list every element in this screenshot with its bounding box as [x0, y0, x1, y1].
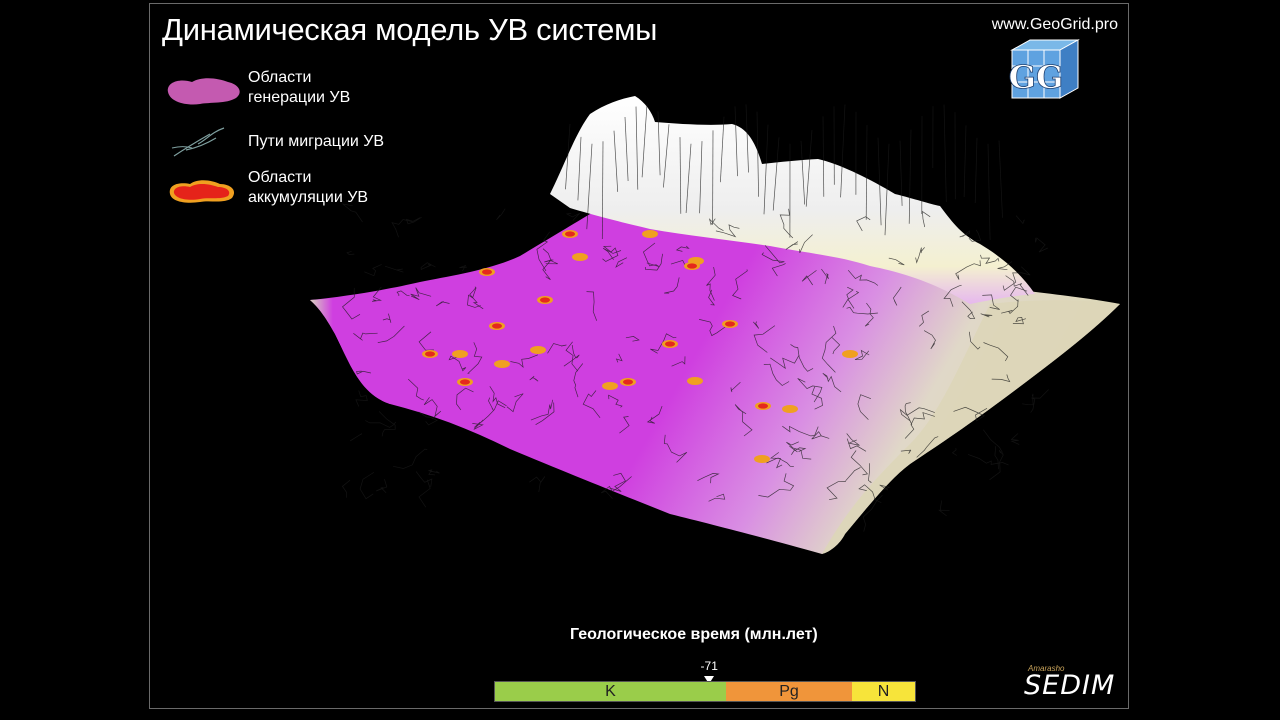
migration-path — [376, 478, 388, 494]
migration-path — [983, 429, 1003, 453]
migration-path — [989, 449, 1004, 481]
migration-path — [459, 264, 467, 272]
migration-path — [951, 447, 958, 456]
accumulation-spot — [842, 350, 858, 358]
accumulation-spot-core — [425, 351, 435, 357]
accumulation-spot-core — [687, 263, 697, 269]
migration-path — [496, 208, 506, 221]
migration-path — [565, 212, 581, 221]
migration-path — [1030, 389, 1049, 413]
accumulation-spot-core — [492, 323, 502, 329]
accumulation-spot — [602, 382, 618, 390]
accumulation-spot-core — [540, 297, 550, 303]
timeline-period-k[interactable]: K — [495, 682, 726, 701]
migration-path — [938, 500, 950, 517]
accumulation-spot-core — [665, 341, 675, 347]
sedim-logo: Amarasho SEDIM — [1018, 664, 1118, 704]
migration-path — [384, 265, 404, 273]
accumulation-spot-core — [623, 379, 633, 385]
accumulation-spot-core — [758, 403, 768, 409]
accumulation-spot-core — [725, 321, 735, 327]
generation-area-icon — [167, 78, 240, 105]
migration-path — [365, 420, 397, 428]
accumulation-spot — [642, 230, 658, 238]
ridge-line — [987, 143, 991, 241]
accumulation-spot — [530, 346, 546, 354]
ridge-line — [963, 125, 967, 198]
accumulation-spot — [494, 360, 510, 368]
legend-label: Области — [248, 169, 312, 186]
logo-text: GG — [1009, 58, 1064, 96]
geologic-timeline[interactable]: K Pg N — [494, 681, 916, 702]
accumulation-spot-core — [482, 269, 492, 275]
migration-path — [1010, 433, 1020, 445]
ridge-line — [998, 140, 1003, 218]
migration-paths-icon — [171, 127, 225, 157]
migration-path — [364, 264, 382, 277]
accumulation-spot — [572, 253, 588, 261]
accumulation-spot-core — [460, 379, 470, 385]
website-link[interactable]: www.GeoGrid.pro — [992, 16, 1118, 34]
legend-label: Пути миграции УВ — [248, 133, 385, 150]
ridge-line — [974, 137, 978, 204]
timeline-marker-value: -71 — [700, 659, 718, 673]
migration-path — [349, 433, 363, 442]
timeline-title: Геологическое время (млн.лет) — [570, 626, 818, 643]
timeline-period-n[interactable]: N — [852, 682, 915, 701]
page-title: Динамическая модель УВ системы — [162, 12, 658, 47]
migration-path — [391, 219, 413, 238]
geogrid-logo-icon: GG — [1008, 39, 1080, 99]
migration-path — [393, 448, 428, 469]
accumulation-area-icon — [169, 180, 235, 203]
migration-path — [1022, 393, 1034, 406]
legend: Области генерации УВ Пути миграции УВ Об… — [162, 68, 442, 218]
timeline-period-pg[interactable]: Pg — [726, 682, 852, 701]
accumulation-spot — [754, 455, 770, 463]
migration-path — [420, 262, 436, 271]
legend-item-generation: Области генерации УВ — [162, 68, 442, 114]
migration-path — [359, 472, 375, 500]
accumulation-spot-core — [565, 231, 575, 237]
legend-item-migration: Пути миграции УВ — [162, 122, 442, 168]
migration-path — [994, 446, 999, 470]
migration-path — [1015, 215, 1025, 225]
legend-label: аккумуляции УВ — [248, 189, 369, 206]
migration-path — [341, 479, 351, 498]
legend-label: генерации УВ — [248, 89, 351, 106]
migration-path — [968, 229, 982, 242]
migration-path — [428, 469, 440, 476]
ridge-line — [943, 104, 947, 203]
sedim-logo-text: SEDIM — [1024, 670, 1116, 701]
migration-path — [346, 251, 355, 255]
legend-label: Области — [248, 69, 312, 86]
migration-path — [418, 479, 431, 508]
accumulation-spot — [687, 377, 703, 385]
slide-frame: Динамическая модель УВ системы www.GeoGr… — [149, 3, 1129, 709]
accumulation-spot — [452, 350, 468, 358]
migration-path — [1034, 237, 1048, 253]
accumulation-spot — [782, 405, 798, 413]
migration-path — [529, 476, 546, 493]
legend-item-accumulation: Области аккумуляции УВ — [162, 168, 442, 214]
migration-path — [355, 390, 368, 407]
